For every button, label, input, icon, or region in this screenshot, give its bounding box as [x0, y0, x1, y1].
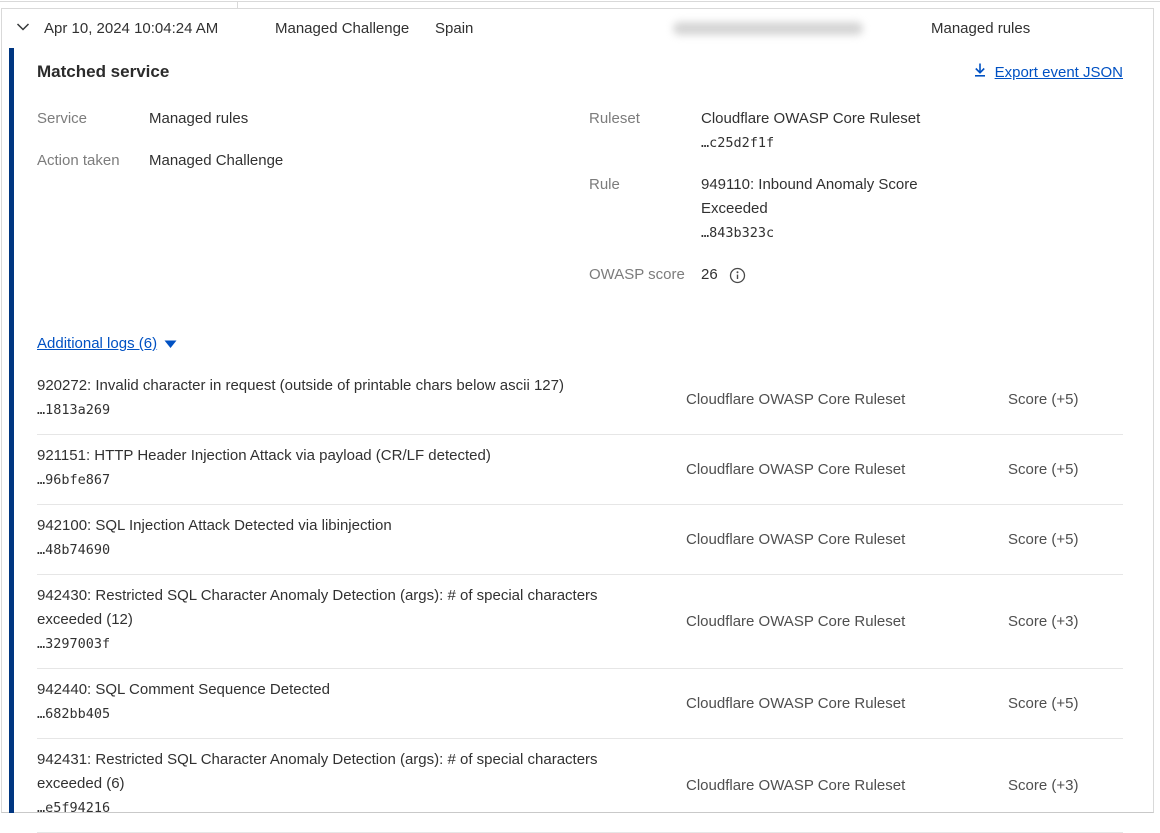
- log-rule-description: 942430: Restricted SQL Character Anomaly…: [37, 584, 650, 632]
- field-ruleset-value: Cloudflare OWASP Core Ruleset: [701, 107, 920, 131]
- field-owasp-score: OWASP score 26: [589, 263, 1069, 287]
- field-rule: Rule 949110: Inbound Anomaly Score Excee…: [589, 173, 1069, 245]
- event-host-redacted: [673, 22, 931, 35]
- log-rule-hash: …e5f94216: [37, 796, 650, 820]
- field-owasp-score-label: OWASP score: [589, 263, 701, 287]
- info-icon[interactable]: [729, 267, 746, 284]
- log-row: 942430: Restricted SQL Character Anomaly…: [37, 575, 1123, 669]
- log-rule-hash: …682bb405: [37, 702, 650, 726]
- event-timestamp: Apr 10, 2024 10:04:24 AM: [44, 20, 275, 37]
- panel-title: Matched service: [37, 60, 169, 84]
- redacted-hostname-blur: [673, 22, 863, 35]
- field-service: Service Managed rules: [37, 107, 589, 131]
- log-rule-hash: …3297003f: [37, 632, 650, 656]
- event-summary-row[interactable]: Apr 10, 2024 10:04:24 AM Managed Challen…: [2, 9, 1153, 48]
- log-score: Score (+3): [1008, 777, 1123, 794]
- log-row: 942431: Restricted SQL Character Anomaly…: [37, 739, 1123, 833]
- log-rule-description: 920272: Invalid character in request (ou…: [37, 374, 650, 398]
- log-rule-hash: …48b74690: [37, 538, 650, 562]
- matched-service-panel: Matched service Export event JSON Servic…: [9, 48, 1153, 813]
- event-service: Managed rules: [931, 20, 1030, 37]
- event-action: Managed Challenge: [275, 20, 435, 37]
- log-rule-hash: …96bfe867: [37, 468, 650, 492]
- event-detail-container: Apr 10, 2024 10:04:24 AM Managed Challen…: [1, 8, 1154, 813]
- additional-logs-list: 920272: Invalid character in request (ou…: [37, 365, 1123, 833]
- log-rule-description: 942100: SQL Injection Attack Detected vi…: [37, 514, 650, 538]
- log-score: Score (+3): [1008, 613, 1123, 630]
- field-ruleset: Ruleset Cloudflare OWASP Core Ruleset …c…: [589, 107, 1069, 155]
- log-ruleset-name: Cloudflare OWASP Core Ruleset: [686, 461, 1008, 478]
- export-event-json-label: Export event JSON: [995, 62, 1123, 84]
- field-rule-hash: …843b323c: [701, 221, 941, 245]
- matched-service-fields: Service Managed rules Action taken Manag…: [37, 107, 1123, 305]
- field-rule-value: 949110: Inbound Anomaly Score Exceeded: [701, 173, 941, 221]
- additional-logs-label: Additional logs (6): [37, 333, 157, 355]
- log-score: Score (+5): [1008, 461, 1123, 478]
- log-rule-description: 921151: HTTP Header Injection Attack via…: [37, 444, 650, 468]
- field-owasp-score-value: 26: [701, 263, 718, 287]
- log-rule-description: 942431: Restricted SQL Character Anomaly…: [37, 748, 650, 796]
- log-row: 920272: Invalid character in request (ou…: [37, 365, 1123, 435]
- log-ruleset-name: Cloudflare OWASP Core Ruleset: [686, 531, 1008, 548]
- download-icon: [972, 60, 988, 85]
- log-score: Score (+5): [1008, 695, 1123, 712]
- log-row: 942100: SQL Injection Attack Detected vi…: [37, 505, 1123, 575]
- log-ruleset-name: Cloudflare OWASP Core Ruleset: [686, 777, 1008, 794]
- log-rule-hash: …1813a269: [37, 398, 650, 422]
- chevron-down-icon: [15, 19, 31, 39]
- log-ruleset-name: Cloudflare OWASP Core Ruleset: [686, 613, 1008, 630]
- field-service-label: Service: [37, 107, 149, 131]
- log-row: 921151: HTTP Header Injection Attack via…: [37, 435, 1123, 505]
- log-score: Score (+5): [1008, 391, 1123, 408]
- caret-down-icon: [164, 334, 177, 356]
- table-top-divider: [0, 1, 1160, 2]
- field-service-value: Managed rules: [149, 107, 248, 131]
- export-event-json-link[interactable]: Export event JSON: [972, 60, 1123, 85]
- log-ruleset-name: Cloudflare OWASP Core Ruleset: [686, 695, 1008, 712]
- field-action-taken-value: Managed Challenge: [149, 149, 283, 173]
- log-score: Score (+5): [1008, 531, 1123, 548]
- event-country: Spain: [435, 20, 673, 37]
- field-ruleset-hash: …c25d2f1f: [701, 131, 920, 155]
- log-rule-description: 942440: SQL Comment Sequence Detected: [37, 678, 650, 702]
- field-action-taken-label: Action taken: [37, 149, 149, 173]
- collapse-chevron-button[interactable]: [15, 19, 44, 39]
- field-ruleset-label: Ruleset: [589, 107, 701, 155]
- field-rule-label: Rule: [589, 173, 701, 245]
- field-action-taken: Action taken Managed Challenge: [37, 149, 589, 173]
- additional-logs-toggle[interactable]: Additional logs (6): [37, 332, 177, 356]
- log-ruleset-name: Cloudflare OWASP Core Ruleset: [686, 391, 1008, 408]
- log-row: 942440: SQL Comment Sequence Detected …6…: [37, 669, 1123, 739]
